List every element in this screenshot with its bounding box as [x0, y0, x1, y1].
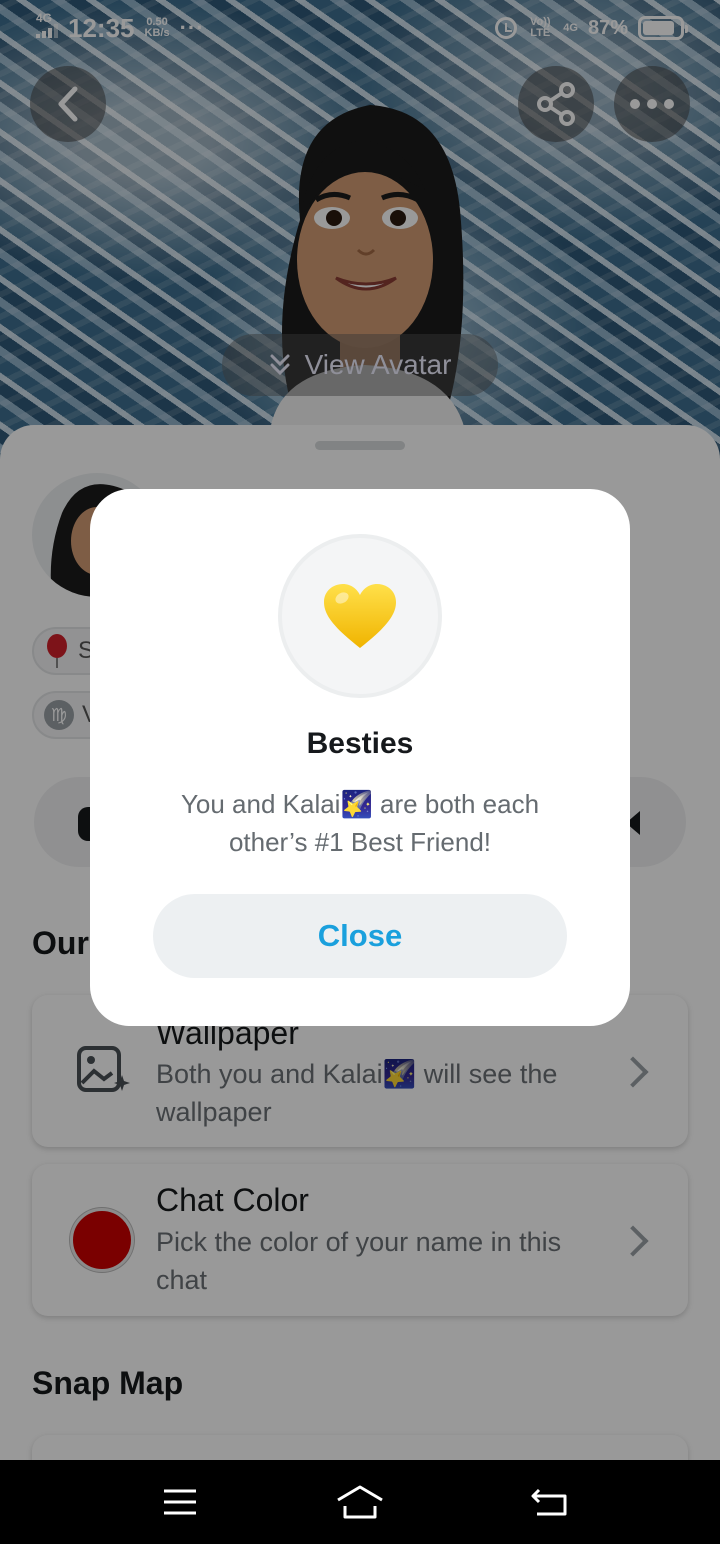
dialog-title: Besties [306, 727, 414, 760]
system-navigation-bar [0, 1460, 720, 1544]
heart-badge [278, 534, 442, 698]
dialog-message: You and Kalai🌠 are both each other’s #1 … [180, 789, 540, 857]
home-icon [337, 1485, 383, 1519]
menu-icon [164, 1489, 196, 1515]
home-button[interactable] [334, 1482, 386, 1522]
yellow-heart-icon [324, 584, 396, 648]
back-nav-button[interactable] [528, 1482, 570, 1522]
menu-button[interactable] [160, 1482, 200, 1522]
besties-dialog: Besties You and Kalai🌠 are both each oth… [90, 489, 630, 1026]
close-button[interactable]: Close [153, 894, 567, 978]
back-icon [531, 1488, 567, 1516]
